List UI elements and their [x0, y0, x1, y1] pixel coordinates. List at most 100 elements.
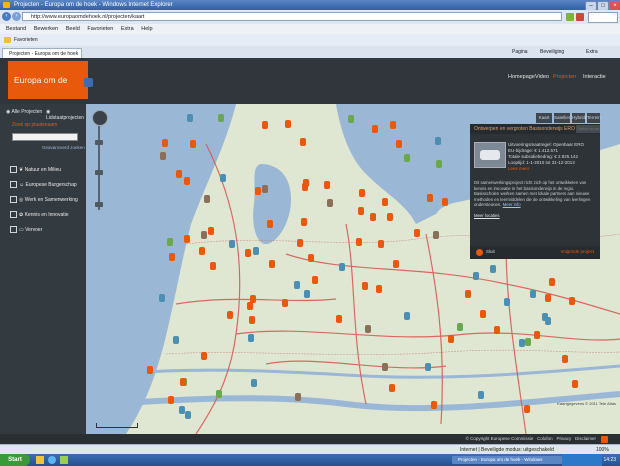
map-marker-icon[interactable] [372, 124, 379, 133]
radio-all-projects[interactable]: ◉ Alle Projecten [6, 109, 42, 115]
map-marker-icon[interactable] [404, 312, 411, 321]
footer-link-privacy[interactable]: Privacy [556, 436, 571, 441]
rss-icon[interactable] [601, 436, 608, 443]
map-marker-icon[interactable] [179, 405, 186, 414]
map-marker-icon[interactable] [166, 237, 173, 246]
map-marker-icon[interactable] [534, 330, 541, 339]
map-marker-icon[interactable] [441, 198, 448, 207]
map-marker-icon[interactable] [370, 213, 377, 222]
map-search-input[interactable] [576, 125, 600, 133]
map-marker-icon[interactable] [396, 139, 403, 148]
map-marker-icon[interactable] [249, 315, 256, 324]
map-marker-icon[interactable] [253, 246, 260, 255]
map-marker-icon[interactable] [226, 311, 233, 320]
map-marker-icon[interactable] [389, 121, 396, 130]
map-marker-icon[interactable] [336, 315, 343, 324]
map-marker-icon[interactable] [356, 238, 363, 247]
zoom-level-handle[interactable] [95, 170, 103, 175]
sidebar-item-knowledge[interactable]: ✿ Kennis en Innovatie [10, 211, 69, 218]
map-marker-icon[interactable] [255, 187, 262, 196]
map-marker-icon[interactable] [378, 240, 385, 249]
map-type-tab-terrain[interactable]: Terrein [587, 113, 601, 123]
project-thumbnail[interactable] [474, 142, 506, 168]
map-marker-icon[interactable] [548, 277, 555, 286]
map-marker-icon[interactable] [359, 189, 366, 198]
map-marker-icon[interactable] [158, 294, 165, 303]
map-marker-icon[interactable] [472, 272, 479, 281]
map-marker-icon[interactable] [386, 213, 393, 222]
zoom-out-icon[interactable] [95, 202, 103, 207]
map-marker-icon[interactable] [262, 185, 269, 193]
map-marker-icon[interactable] [204, 195, 210, 204]
map-marker-icon[interactable] [308, 254, 315, 263]
radio-member-projects[interactable]: ◉ Lidstaatprojecten [46, 109, 86, 121]
map-marker-icon[interactable] [477, 391, 484, 400]
map-marker-icon[interactable] [414, 229, 421, 238]
map-marker-icon[interactable] [447, 335, 454, 344]
map-marker-icon[interactable] [199, 247, 206, 256]
map-marker-icon[interactable] [262, 121, 269, 130]
menu-item-file[interactable]: Bestand [6, 26, 26, 32]
map-marker-icon[interactable] [176, 169, 183, 178]
map-marker-icon[interactable] [183, 177, 190, 186]
search-input[interactable] [588, 12, 618, 23]
map-marker-icon[interactable] [571, 379, 578, 388]
map-marker-icon[interactable] [218, 114, 225, 123]
map-marker-icon[interactable] [361, 282, 368, 291]
map-marker-icon[interactable] [427, 194, 434, 203]
map-marker-icon[interactable] [229, 239, 236, 248]
map-marker-icon[interactable] [284, 120, 291, 129]
menu-item-tools[interactable]: Extra [121, 26, 134, 32]
map-marker-icon[interactable] [569, 296, 576, 305]
nav-interactie[interactable]: Interactie [583, 74, 606, 80]
map-marker-icon[interactable] [430, 400, 437, 409]
map-marker-icon[interactable] [179, 378, 186, 387]
map-marker-icon[interactable] [201, 351, 208, 360]
zoom-in-icon[interactable] [95, 140, 103, 145]
next-project-link[interactable]: Volgende project [560, 249, 594, 254]
map-marker-icon[interactable] [216, 390, 223, 399]
forward-icon[interactable]: › [12, 12, 21, 21]
map-marker-icon[interactable] [297, 239, 304, 248]
map-marker-icon[interactable] [210, 262, 217, 271]
close-icon[interactable] [476, 249, 483, 256]
map-marker-icon[interactable] [389, 384, 396, 393]
footer-link-colofon[interactable]: Colofon [537, 436, 553, 441]
map-marker-icon[interactable] [311, 275, 318, 284]
app-icon[interactable] [60, 456, 68, 464]
map-marker-icon[interactable] [220, 174, 227, 183]
map-marker-icon[interactable] [433, 231, 440, 240]
map-marker-icon[interactable] [162, 138, 169, 147]
map-marker-icon[interactable] [185, 411, 192, 420]
menu-item-help[interactable]: Help [141, 26, 152, 32]
map-marker-icon[interactable] [493, 326, 500, 335]
map-marker-icon[interactable] [208, 227, 215, 236]
taskbar-window-item[interactable]: Projecten - Europa om de hoek - Windows [452, 456, 562, 464]
map-marker-icon[interactable] [545, 293, 552, 302]
start-button[interactable]: Start [0, 454, 30, 466]
map-marker-icon[interactable] [300, 218, 307, 227]
map-marker-icon[interactable] [169, 252, 176, 261]
map-marker-icon[interactable] [304, 289, 311, 298]
sidebar-item-work[interactable]: ◎ Werk en Samenwerking [10, 196, 78, 203]
browser-icon[interactable] [48, 456, 56, 464]
favorites-label[interactable]: Favorieten [14, 37, 38, 43]
map-marker-icon[interactable] [524, 338, 531, 347]
map-marker-icon[interactable] [464, 290, 471, 299]
map-marker-icon[interactable] [186, 114, 193, 123]
map-marker-icon[interactable] [490, 264, 497, 273]
refresh-icon[interactable] [566, 13, 574, 21]
map-marker-icon[interactable] [358, 206, 365, 215]
map-marker-icon[interactable] [244, 249, 251, 258]
folder-icon[interactable] [36, 456, 44, 464]
map-marker-icon[interactable] [382, 363, 389, 372]
map-marker-icon[interactable] [435, 136, 442, 145]
sidebar-item-nature[interactable]: ❦ Natuur en Milieu [10, 166, 61, 173]
zoom-slider[interactable] [98, 126, 100, 210]
map-marker-icon[interactable] [544, 317, 551, 326]
map-marker-icon[interactable] [267, 219, 274, 228]
map-marker-icon[interactable] [293, 280, 300, 289]
map-type-tab-map[interactable]: Kaart [536, 113, 552, 123]
map-marker-icon[interactable] [457, 323, 464, 332]
tab-projecten[interactable]: Projecten - Europa om de hoek [2, 48, 82, 58]
